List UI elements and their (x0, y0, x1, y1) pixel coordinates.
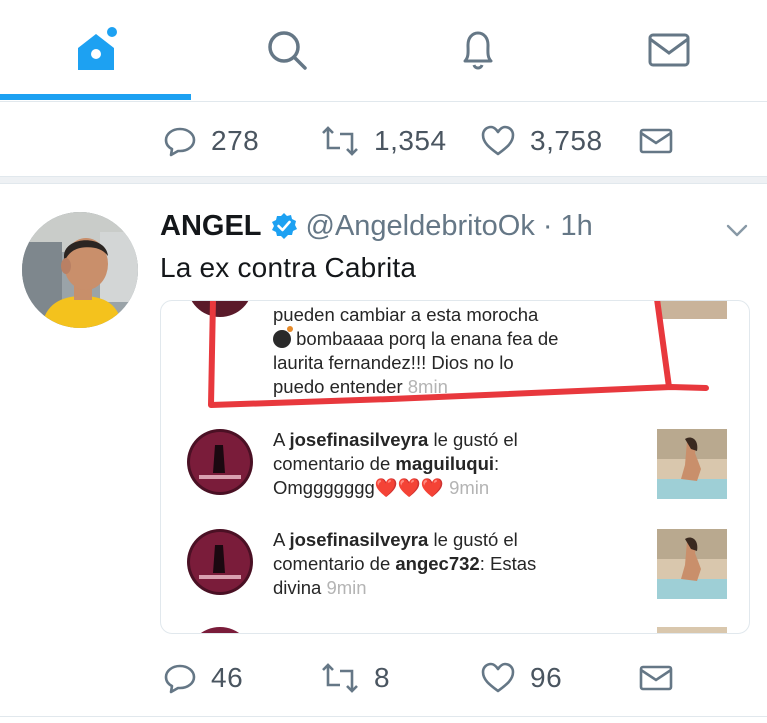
tweet-text: La ex contra Cabrita (160, 252, 417, 283)
verified-badge-icon (271, 213, 297, 239)
heart-icon (481, 662, 515, 693)
reply-count: 278 (211, 125, 260, 156)
mail-icon (639, 128, 673, 154)
top-tab-bar (0, 0, 767, 102)
tab-messages[interactable] (573, 0, 764, 100)
retweet-button[interactable]: 1,354 (320, 111, 447, 171)
activity-user[interactable]: josefinasilveyra (289, 429, 428, 450)
tab-home[interactable] (0, 0, 191, 100)
tweet-divider (0, 176, 767, 184)
reply-count: 46 (211, 662, 244, 693)
activity-text: A josefinasilveyra le gustó el comentari… (273, 429, 518, 498)
retweet-button[interactable]: 8 (320, 648, 390, 708)
activity-avatar (187, 529, 253, 595)
activity-commenter[interactable]: maguiluqui (395, 453, 494, 474)
like-count: 96 (530, 662, 563, 693)
reply-button[interactable]: 46 (163, 648, 243, 708)
bottom-divider (0, 716, 767, 717)
post-thumbnail (657, 529, 727, 599)
like-button[interactable]: 3,758 (480, 111, 603, 171)
post-thumbnail (657, 429, 727, 499)
activity-time: 9min (326, 577, 367, 598)
activity-time: 9min (449, 477, 490, 498)
reply-icon (164, 127, 196, 157)
mail-icon (639, 665, 673, 691)
home-icon (77, 27, 117, 70)
activity-user[interactable]: josefinasilveyra (289, 529, 428, 550)
tweet-media-image[interactable]: pueden cambiar a esta morocha bombaaaa p… (160, 300, 750, 634)
retweet-icon (322, 663, 358, 693)
bell-icon (463, 31, 492, 70)
prev-tweet-actions: 278 1,354 3,758 (0, 111, 767, 171)
activity-avatar (187, 429, 253, 495)
avatar[interactable] (22, 212, 138, 328)
share-dm-button[interactable] (638, 648, 674, 708)
red-highlight-box (208, 301, 709, 408)
header-separator: · (542, 209, 553, 242)
share-dm-button[interactable] (638, 111, 674, 171)
like-button[interactable]: 96 (480, 648, 562, 708)
instagram-screenshot: pueden cambiar a esta morocha bombaaaa p… (161, 301, 749, 633)
reply-icon (164, 664, 196, 694)
retweet-count: 8 (374, 662, 391, 693)
retweet-count: 1,354 (374, 125, 447, 156)
activity-commenter[interactable]: angec732 (395, 553, 479, 574)
mail-icon (648, 33, 689, 67)
search-icon (267, 31, 307, 70)
tweet-timestamp[interactable]: 1h (561, 210, 593, 243)
author-name[interactable]: ANGEL (160, 210, 262, 243)
activity-text: A josefinasilveyra le gustó el comentari… (273, 529, 537, 598)
tab-search[interactable] (191, 0, 382, 100)
post-thumbnail (657, 627, 727, 633)
like-count: 3,758 (530, 125, 603, 156)
author-handle[interactable]: @AngeldebritoOk (306, 210, 535, 243)
heart-icon (481, 125, 515, 156)
tweet-header: ANGEL @AngeldebritoOk · 1h (160, 206, 593, 246)
tweet-actions: 46 8 96 (0, 648, 767, 708)
chevron-down-icon[interactable] (724, 220, 750, 240)
hearts-emoji: ❤️❤️❤️ (374, 477, 444, 498)
reply-button[interactable]: 278 (163, 111, 259, 171)
retweet-icon (322, 126, 358, 156)
tab-notifications[interactable] (382, 0, 573, 100)
active-tab-indicator (0, 94, 191, 100)
activity-avatar (187, 627, 253, 633)
